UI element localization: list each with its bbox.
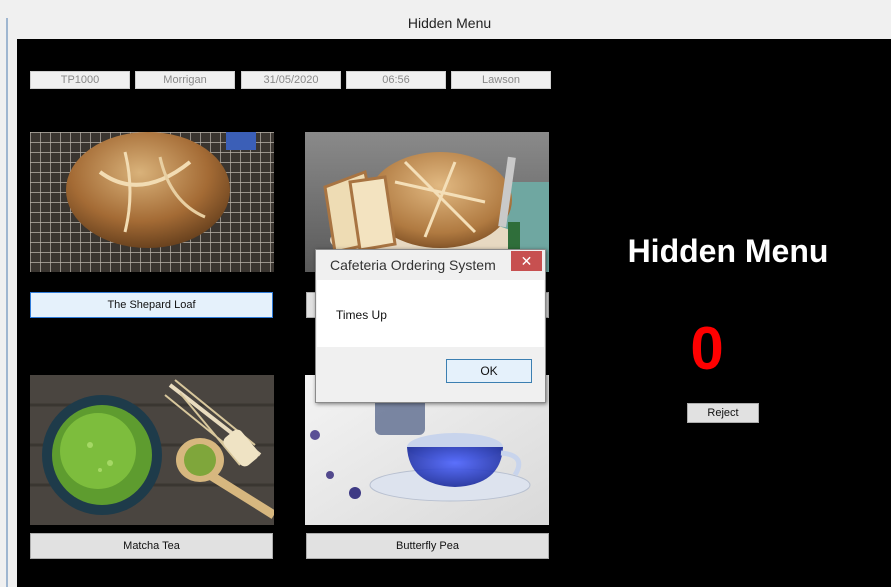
info-field-date[interactable]: 31/05/2020: [241, 71, 341, 89]
menu-item-label: Butterfly Pea: [396, 540, 459, 552]
window-title: Hidden Menu: [407, 15, 492, 31]
menu-item-matcha-tea[interactable]: Matcha Tea: [30, 533, 273, 559]
message-box-body: Times Up: [317, 280, 544, 347]
menu-item-butterfly-pea[interactable]: Butterfly Pea: [306, 533, 549, 559]
window-edge: [6, 18, 8, 587]
ok-button-label: OK: [480, 364, 498, 378]
message-box: Cafeteria Ordering System ✕ Times Up OK: [315, 249, 546, 403]
matcha-photo[interactable]: [30, 375, 274, 525]
info-field-name[interactable]: Morrigan: [135, 71, 235, 89]
message-text: Times Up: [336, 308, 387, 322]
app-window: Hidden Menu TP1000 Morrigan 31/05/2020 0…: [0, 0, 891, 587]
info-field-server[interactable]: Lawson: [451, 71, 551, 89]
ok-button[interactable]: OK: [446, 359, 532, 383]
close-icon[interactable]: ✕: [511, 251, 542, 271]
reject-button[interactable]: Reject: [687, 403, 759, 423]
message-box-titlebar[interactable]: Cafeteria Ordering System ✕: [316, 250, 545, 280]
menu-item-shepard-loaf[interactable]: The Shepard Loaf: [30, 292, 273, 318]
reject-button-label: Reject: [707, 407, 739, 419]
info-field-id[interactable]: TP1000: [30, 71, 130, 89]
countdown-counter: 0: [690, 315, 724, 382]
message-box-title: Cafeteria Ordering System: [330, 257, 496, 273]
hidden-menu-heading: Hidden Menu: [627, 233, 829, 269]
menu-item-label: The Shepard Loaf: [107, 299, 196, 311]
window-titlebar[interactable]: Hidden Menu: [8, 8, 891, 38]
bread-photo[interactable]: [30, 132, 274, 272]
menu-item-label: Matcha Tea: [123, 540, 180, 552]
info-field-time[interactable]: 06:56: [346, 71, 446, 89]
